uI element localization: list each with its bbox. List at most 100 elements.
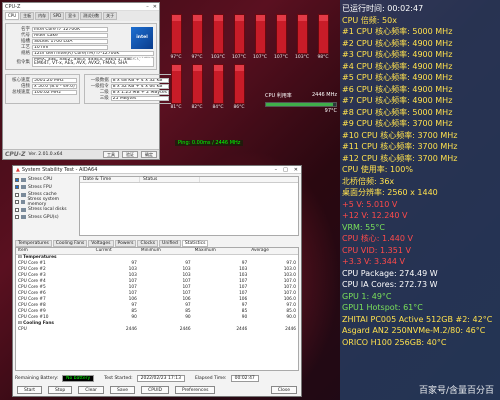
stat-line: #6 CPU 核心频率: 4900 MHz	[342, 84, 453, 94]
table-row[interactable]: CPU 2446 2446 2446 2446	[16, 326, 298, 332]
stat-line: +3.3 V: 3.344 V	[342, 257, 405, 266]
cpuz-tab-graphics[interactable]: 显卡	[65, 12, 80, 20]
checkbox[interactable]	[15, 207, 19, 212]
stability-titlebar[interactable]: ▲ System Stability Test - AIDA64 – □ ✕	[13, 166, 301, 174]
hardware-icon	[21, 207, 26, 212]
clock-value: 5001.20 MHz	[32, 77, 77, 83]
cpuz-brand: CPU-Z	[5, 151, 26, 158]
checkbox[interactable]	[15, 200, 19, 205]
stress-option-label: Stress GPU(s)	[28, 214, 59, 220]
log-header-datetime[interactable]: Date & Time	[80, 177, 140, 182]
cpuz-cache-group: 一级数据 8 x 48 KB + 4 x 32 KB 一级指令 8 x 32 KB …	[83, 74, 172, 104]
field-value: 10 nm	[32, 44, 108, 50]
core-bar	[170, 64, 182, 104]
remaining-battery-value: No battery	[62, 375, 95, 382]
stat-line: CPU Package: 274.49 W	[342, 268, 438, 278]
core-gauge-4: 107°C	[230, 14, 248, 60]
core-bar	[191, 14, 203, 54]
stat-line: Asgard AN2 250NVMe-M.2/80: 46°C	[342, 326, 486, 335]
cpuz-tab-memory[interactable]: 内存	[35, 12, 50, 20]
maximize-icon[interactable]: □	[283, 167, 288, 173]
stability-tabs: Temperatures Cooling Fans Voltages Powers Cl…	[13, 240, 301, 247]
cpuz-window[interactable]: CPU-Z – ✕ CPU 主板 内存 SPD 显卡 测试分数 关于 intel…	[2, 2, 172, 160]
tab-voltages[interactable]: Voltages	[88, 240, 114, 247]
watermark: 百家号/含量百分百	[418, 386, 494, 396]
stability-test-window[interactable]: ▲ System Stability Test - AIDA64 – □ ✕ S…	[12, 165, 302, 397]
clear-button[interactable]: Clear	[78, 386, 105, 394]
tab-powers[interactable]: Powers	[114, 240, 137, 247]
minimize-icon[interactable]: –	[146, 4, 149, 10]
stress-option[interactable]: Stress CPU	[15, 176, 75, 184]
checkbox[interactable]	[15, 192, 19, 197]
close-icon[interactable]: ✕	[294, 167, 298, 173]
core-gauge-12: 86°C	[230, 64, 248, 110]
core-bar	[233, 64, 245, 104]
log-header-status[interactable]: Status	[140, 177, 200, 182]
cpuz-tab-bench[interactable]: 测试分数	[80, 12, 103, 20]
stress-option-label: Stress system memory	[27, 197, 59, 208]
stress-option[interactable]: Stress local disks	[15, 206, 75, 214]
core-temp-label: 82°C	[191, 105, 203, 110]
core-bar	[275, 14, 287, 54]
cpuz-footer: CPU-Z Ver. 2.01.0.x64 工具 验证 确定	[3, 149, 159, 159]
core-bar	[254, 14, 266, 54]
cpuz-title: CPU-Z	[5, 3, 21, 10]
tab-clocks[interactable]: Clocks	[137, 240, 159, 247]
stress-option[interactable]: Stress FPU	[15, 184, 75, 192]
cache-value: 8 x 32 KB + 4 x 64 KB	[110, 83, 169, 89]
core-gauge-6: 107°C	[272, 14, 290, 60]
stat-line: #9 CPU 核心频率: 3700 MHz	[342, 119, 453, 128]
cpu-temp: 97°C	[324, 108, 337, 114]
core-temp-label: 107°C	[253, 55, 267, 60]
tab-unified[interactable]: Unified	[159, 240, 181, 247]
checkbox[interactable]	[15, 215, 19, 220]
minimize-icon[interactable]: –	[275, 167, 278, 173]
cache-value: 25 MBytes	[110, 95, 169, 101]
status-bar: Remaining Battery: No battery Test Start…	[13, 373, 301, 384]
tab-temperatures[interactable]: Temperatures	[15, 240, 52, 247]
stress-option[interactable]: Stress system memory	[15, 197, 75, 208]
stat-line: #10 CPU 核心频率: 3700 MHz	[342, 130, 458, 140]
core-temp-label: 84°C	[212, 105, 224, 110]
checkbox[interactable]	[15, 185, 19, 190]
stat-line: #12 CPU 核心频率: 3700 MHz	[342, 153, 458, 163]
cpuz-tab-cpu[interactable]: CPU	[5, 12, 20, 20]
core-bar	[233, 14, 245, 54]
cpuz-tab-spd[interactable]: SPD	[50, 12, 65, 20]
ok-button[interactable]: 确定	[141, 151, 157, 158]
cpuz-tab-mainboard[interactable]: 主板	[20, 12, 35, 20]
stat-line: +12 V: 12.240 V	[342, 211, 408, 220]
stress-option-label: Stress FPU	[28, 184, 52, 190]
tools-button[interactable]: 工具	[103, 151, 119, 158]
validate-button[interactable]: 验证	[122, 151, 138, 158]
core-gauge-1: 97°C	[167, 14, 185, 60]
cpuz-tab-about[interactable]: 关于	[103, 12, 118, 20]
test-started-value: 2022/02/23 17:13	[136, 375, 185, 382]
core-gauge-8: 98°C	[314, 14, 332, 60]
start-button[interactable]: Start	[17, 386, 42, 394]
core-gauge-9: 81°C	[167, 64, 185, 110]
close-icon[interactable]: ✕	[153, 4, 157, 10]
cpuz-titlebar[interactable]: CPU-Z – ✕	[3, 3, 159, 11]
stress-option[interactable]: Stress GPU(s)	[15, 214, 75, 222]
preferences-button[interactable]: Preferences	[175, 386, 216, 394]
stop-button[interactable]: Stop	[48, 386, 73, 394]
cpu-usage-label: CPU 利用率	[265, 93, 292, 99]
field-label: 指令集	[16, 59, 31, 65]
stat-line: 已运行时间: 00:02:47	[342, 4, 424, 13]
save-button[interactable]: Save	[110, 386, 136, 394]
cell-value: 2446	[236, 326, 248, 332]
core-bar	[317, 14, 329, 54]
core-temp-label: 97°C	[191, 55, 203, 60]
elapsed-label: Elapsed Time:	[194, 376, 227, 381]
statistics-table: Item Current Minimum Maximum Average ⊟ Tempe…	[15, 247, 299, 371]
checkbox[interactable]	[15, 177, 19, 182]
tab-cooling-fans[interactable]: Cooling Fans	[52, 240, 88, 247]
cpuid-button[interactable]: CPUID	[141, 386, 170, 394]
cpu-usage-unit: MHz	[326, 92, 337, 98]
stat-line: CPU IA Cores: 272.73 W	[342, 280, 438, 289]
close-button[interactable]: Close	[270, 386, 297, 394]
tab-statistics[interactable]: Statistics	[181, 240, 209, 247]
stat-line: #3 CPU 核心频率: 4900 MHz	[342, 50, 453, 59]
cpuz-clocks-group: 核心速度 5001.20 MHz 倍频 x 50.0 (8.0 - 49.0) 总线…	[5, 74, 80, 104]
